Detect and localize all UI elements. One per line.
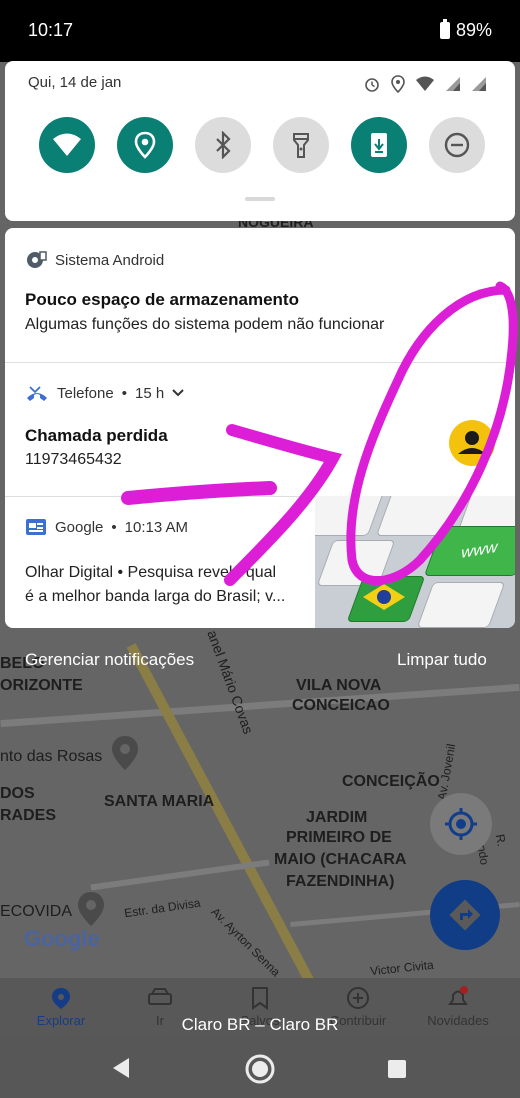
notification-text-line2: é a melhor banda larga do Brasil; v...	[25, 588, 286, 605]
signal-icon	[472, 77, 486, 91]
car-icon	[148, 988, 172, 1005]
map-pin-icon[interactable]	[110, 734, 140, 774]
bookmark-icon	[252, 987, 268, 1010]
notification-header: Telefone • 15 h	[25, 384, 184, 402]
map-label: nto das Rosas	[0, 748, 103, 765]
expand-handle[interactable]	[245, 197, 275, 201]
missed-call-icon	[27, 386, 47, 401]
notification-title: Pouco espaço de armazenamento	[25, 290, 299, 309]
back-icon[interactable]	[110, 1056, 132, 1080]
map-label: anel Mário Covas	[204, 628, 257, 736]
bluetooth-tile[interactable]	[195, 117, 251, 173]
do-not-disturb-icon	[444, 132, 470, 158]
notification-google-news[interactable]: Google • 10:13 AM Olhar Digital • Pesqui…	[5, 496, 515, 628]
auto-rotate-tile[interactable]	[351, 117, 407, 173]
battery-indicator: 89%	[439, 19, 492, 41]
notification-time: 15 h	[134, 384, 165, 402]
notification-time: 10:13 AM	[124, 518, 189, 536]
wifi-tile[interactable]	[39, 117, 95, 173]
notification-text: 11973465432	[25, 451, 122, 468]
notification-missed-call[interactable]: Telefone • 15 h Chamada perdida 11973465…	[5, 362, 515, 497]
location-icon	[134, 131, 156, 159]
thumb-label: www	[459, 539, 499, 562]
news-thumbnail: www	[315, 496, 515, 628]
person-icon	[458, 431, 486, 454]
map-label: CONCEICAO	[292, 697, 390, 714]
manage-notifications-button[interactable]: Gerenciar notificações	[25, 650, 194, 670]
my-location-icon	[445, 808, 477, 840]
brazil-flag-icon	[363, 584, 405, 610]
system-navigation-bar	[0, 1038, 520, 1098]
system-icons	[363, 75, 487, 93]
notification-text-line1: Olhar Digital • Pesquisa revela qual	[25, 564, 277, 581]
auto-rotate-icon	[371, 133, 387, 157]
recents-icon[interactable]	[386, 1058, 408, 1080]
battery-icon	[439, 19, 450, 39]
location-status-icon	[391, 75, 405, 93]
notification-title: Chamada perdida	[25, 426, 168, 445]
map-label: JARDIM	[306, 809, 368, 826]
notification-text: Algumas funções do sistema podem não fun…	[25, 316, 385, 333]
notification-list: Sistema Android Pouco espaço de armazena…	[5, 228, 515, 628]
flashlight-tile[interactable]	[273, 117, 329, 173]
bell-icon	[448, 986, 468, 1005]
alarm-icon	[365, 78, 379, 92]
battery-percent: 89%	[455, 20, 492, 40]
quick-tiles	[39, 117, 485, 173]
map-label: MAIO (CHACARA	[274, 851, 407, 868]
home-icon[interactable]	[243, 1052, 277, 1086]
notification-header: Sistema Android	[25, 250, 164, 270]
carrier-label: Claro BR – Claro BR	[181, 1015, 339, 1034]
map-label: PRIMEIRO DE	[286, 829, 392, 846]
notification-header: Google • 10:13 AM	[25, 518, 188, 536]
quick-settings-panel: Qui, 14 de jan	[5, 61, 515, 221]
map-label: CONCEIÇÃO	[342, 773, 440, 790]
notification-storage[interactable]: Sistema Android Pouco espaço de armazena…	[5, 228, 515, 363]
status-bar: 10:17 89%	[0, 0, 520, 62]
map-label: ORIZONTE	[0, 677, 83, 694]
status-time: 10:17	[28, 20, 74, 40]
map-pin-icon[interactable]	[76, 890, 106, 930]
wifi-status-icon	[416, 76, 434, 91]
do-not-disturb-tile[interactable]	[429, 117, 485, 173]
notification-app-name: Sistema Android	[55, 251, 165, 269]
map-label: Victor Civita	[369, 957, 435, 979]
explore-pin-icon	[52, 988, 70, 1009]
notification-app-name: Telefone	[57, 384, 114, 402]
google-logo: Google	[24, 926, 100, 951]
map-label: DOS	[0, 785, 35, 802]
map-label: RADES	[0, 807, 57, 824]
signal-icon	[446, 77, 460, 91]
notification-app-name: Google	[55, 518, 104, 536]
android-system-icon	[27, 251, 47, 268]
map-label: Estr. da Divisa	[123, 895, 202, 921]
flashlight-icon	[293, 133, 309, 158]
directions-button[interactable]	[430, 880, 500, 950]
chevron-down-icon[interactable]	[172, 389, 184, 397]
my-location-button[interactable]	[430, 793, 492, 855]
notification-actions: Gerenciar notificações Limpar tudo	[0, 650, 520, 674]
date-label: Qui, 14 de jan	[28, 74, 122, 91]
map-label: SANTA MARIA	[104, 793, 215, 810]
map-label: ECOVIDA	[0, 903, 73, 920]
google-news-icon	[26, 519, 46, 535]
clear-all-button[interactable]: Limpar tudo	[397, 650, 487, 670]
map-label: VILA NOVA	[296, 677, 382, 694]
map-road	[90, 859, 270, 891]
location-tile[interactable]	[117, 117, 173, 173]
add-circle-icon	[347, 987, 369, 1009]
directions-icon	[449, 899, 481, 931]
contact-avatar	[449, 420, 495, 466]
bluetooth-icon	[216, 131, 231, 159]
wifi-icon	[53, 133, 81, 156]
map-label: FAZENDINHA)	[286, 873, 395, 890]
